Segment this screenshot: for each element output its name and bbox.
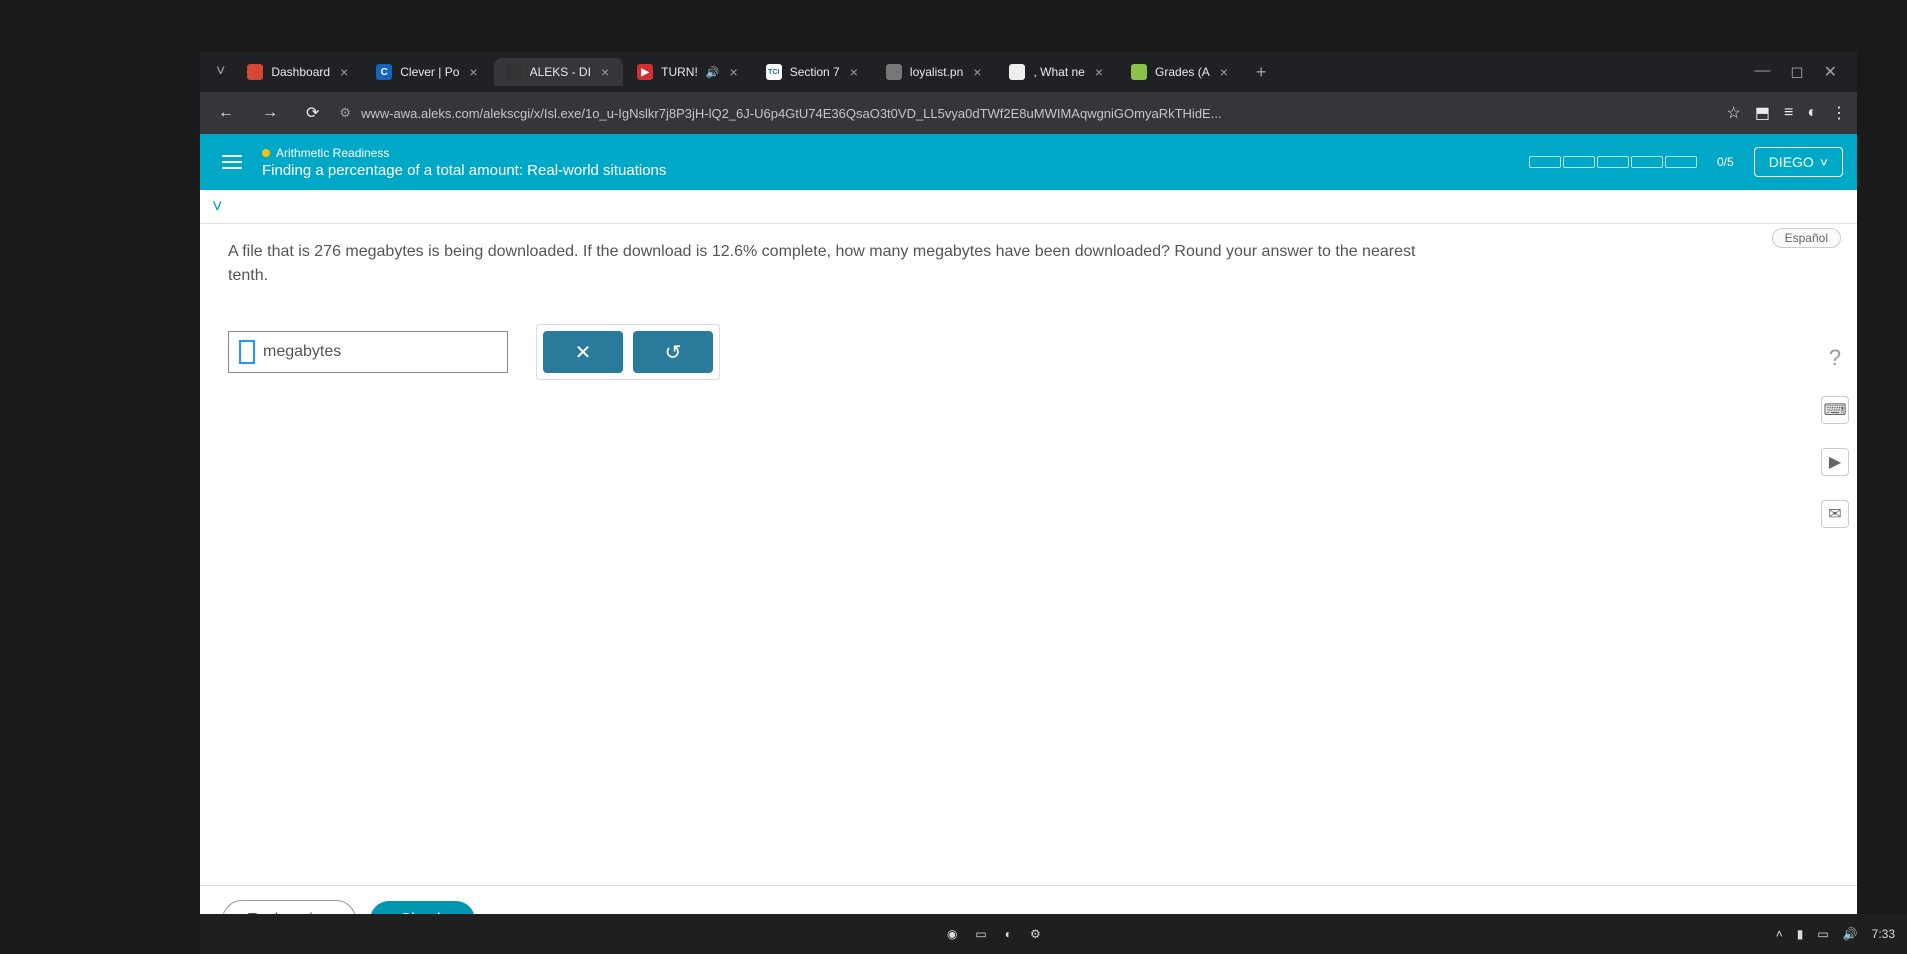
reading-list-icon[interactable]: ≡ (1784, 104, 1793, 122)
tab-scroll-icon[interactable]: ˅ (208, 63, 233, 81)
tray-volume-icon[interactable]: 🔊 (1843, 927, 1858, 941)
address-bar[interactable]: ⚙ www-awa.aleks.com/alekscgi/x/Isl.exe/1… (339, 105, 1714, 121)
window-close-icon[interactable]: ✕ (1824, 62, 1837, 82)
user-menu-button[interactable]: DIEGO ˅ (1754, 147, 1843, 177)
favicon-dashboard (247, 64, 263, 80)
category-label: Arithmetic Readiness (262, 146, 666, 160)
tab-label: Dashboard (271, 65, 330, 79)
tab-label: , What ne (1033, 65, 1084, 79)
language-button[interactable]: Español (1772, 228, 1841, 248)
browser-tab-strip: ˅ Dashboard × C Clever | Po × ALEKS - DI… (200, 52, 1857, 92)
back-button[interactable]: ← (210, 100, 242, 126)
tab-label: loyalist.pn (910, 65, 963, 79)
reset-button[interactable]: ↺ (633, 331, 713, 373)
tray-chevron-icon[interactable]: ˄ (1776, 927, 1783, 941)
new-tab-button[interactable]: + (1244, 62, 1279, 83)
tray-wifi-icon[interactable]: ▭ (1817, 927, 1828, 941)
progress-count: 0/5 (1717, 155, 1734, 169)
tab-dashboard[interactable]: Dashboard × (235, 58, 362, 86)
favicon-tci: TCI (766, 64, 782, 80)
minimize-icon[interactable]: — (1754, 62, 1770, 82)
tab-label: Section 7 (790, 65, 840, 79)
menu-button[interactable] (214, 147, 250, 177)
url-text: www-awa.aleks.com/alekscgi/x/Isl.exe/1o_… (361, 106, 1222, 121)
tab-aleks[interactable]: ALEKS - DI × (494, 58, 624, 86)
forward-button[interactable]: → (254, 100, 286, 126)
answer-input[interactable]: megabytes (228, 331, 508, 373)
taskbar-app-icon[interactable]: ◐ (1005, 927, 1012, 941)
favicon-clever: C (376, 64, 392, 80)
chevron-down-icon: ˅ (1820, 154, 1828, 170)
favicon-whatnext (1009, 64, 1025, 80)
tab-whatnext[interactable]: , What ne × (997, 58, 1117, 86)
close-icon[interactable]: × (848, 64, 860, 80)
favicon-grades (1131, 64, 1147, 80)
tab-loyalist[interactable]: loyalist.pn × (874, 58, 996, 86)
collapse-toggle[interactable]: ˅ (212, 196, 223, 216)
app-header: Arithmetic Readiness Finding a percentag… (200, 134, 1857, 190)
calculator-button[interactable]: ⌨ (1821, 396, 1849, 424)
favicon-loyalist (886, 64, 902, 80)
taskbar-app-icon[interactable]: ▭ (975, 927, 986, 941)
extension-icon[interactable]: ⬒ (1755, 103, 1770, 123)
close-icon[interactable]: × (728, 64, 740, 80)
answer-tool-group: ✕ ↺ (536, 324, 720, 380)
taskbar-app-icon[interactable]: ◉ (947, 927, 957, 941)
question-text: A file that is 276 megabytes is being do… (228, 240, 1428, 288)
reload-button[interactable]: ⟳ (298, 99, 327, 127)
close-icon[interactable]: × (1093, 64, 1105, 80)
tab-clever[interactable]: C Clever | Po × (364, 58, 491, 86)
message-button[interactable]: ✉ (1821, 500, 1849, 528)
tab-grades[interactable]: Grades (A × (1119, 58, 1242, 86)
tab-turn[interactable]: ▶ TURN! 🔊 × (625, 58, 752, 86)
audio-icon: 🔊 (706, 66, 720, 79)
status-dot-icon (262, 149, 270, 157)
browser-nav-bar: ← → ⟳ ⚙ www-awa.aleks.com/alekscgi/x/Isl… (200, 92, 1857, 134)
tab-label: Grades (A (1155, 65, 1210, 79)
profile-icon[interactable]: ◐ (1807, 104, 1817, 122)
taskbar-clock[interactable]: 7:33 (1872, 927, 1895, 941)
answer-unit-label: megabytes (263, 343, 341, 361)
answer-placeholder-box[interactable] (239, 340, 255, 364)
close-icon[interactable]: × (1218, 64, 1230, 80)
close-icon[interactable]: × (599, 64, 611, 80)
help-button[interactable]: ? (1821, 344, 1849, 372)
taskbar-settings-icon[interactable]: ⚙ (1030, 927, 1041, 941)
progress-indicator (1529, 156, 1697, 168)
tray-battery-icon[interactable]: ▮ (1797, 927, 1804, 941)
bookmark-icon[interactable]: ☆ (1727, 103, 1741, 123)
windows-taskbar: ◉ ▭ ◐ ⚙ ˄ ▮ ▭ 🔊 7:33 (200, 914, 1907, 954)
site-settings-icon[interactable]: ⚙ (339, 105, 351, 121)
tab-label: TURN! (661, 65, 698, 79)
close-icon[interactable]: × (467, 64, 479, 80)
video-button[interactable]: ▶ (1821, 448, 1849, 476)
favicon-turn: ▶ (637, 64, 653, 80)
tab-label: ALEKS - DI (530, 65, 591, 79)
page-title: Finding a percentage of a total amount: … (262, 162, 666, 179)
tab-label: Clever | Po (400, 65, 459, 79)
browser-menu-icon[interactable]: ⋮ (1831, 103, 1847, 123)
maximize-icon[interactable]: ◻ (1790, 62, 1803, 82)
clear-button[interactable]: ✕ (543, 331, 623, 373)
tab-section7[interactable]: TCI Section 7 × (754, 58, 872, 86)
close-icon[interactable]: × (971, 64, 983, 80)
favicon-aleks (506, 64, 522, 80)
close-icon[interactable]: × (338, 64, 350, 80)
